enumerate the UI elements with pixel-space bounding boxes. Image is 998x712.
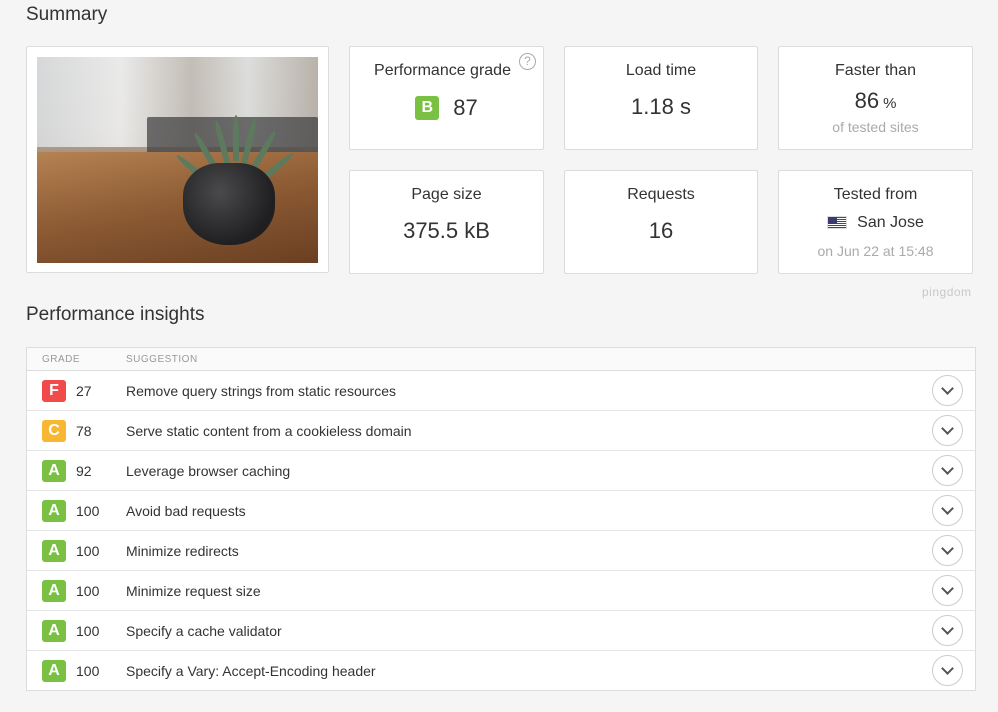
requests-card: Requests 16 — [564, 170, 758, 274]
performance-grade-value: 87 — [453, 95, 478, 121]
insight-suggestion: Minimize redirects — [126, 543, 239, 559]
insight-score: 100 — [76, 543, 100, 559]
pingdom-logo: pingdom — [922, 285, 972, 299]
insight-suggestion: Avoid bad requests — [126, 503, 246, 519]
expand-button[interactable] — [932, 655, 963, 686]
insight-row[interactable]: A 100 Minimize request size — [27, 571, 975, 611]
insight-row[interactable]: A 100 Specify a Vary: Accept-Encoding head… — [27, 651, 975, 691]
load-time-card: Load time 1.18 s — [564, 46, 758, 150]
expand-button[interactable] — [932, 535, 963, 566]
insight-row[interactable]: C 78 Serve static content from a cookieles… — [27, 411, 975, 451]
insight-score: 78 — [76, 423, 92, 439]
faster-than-label: Faster than — [835, 62, 916, 79]
chevron-down-icon — [941, 462, 954, 475]
expand-button[interactable] — [932, 455, 963, 486]
chevron-down-icon — [941, 422, 954, 435]
chevron-down-icon — [941, 582, 954, 595]
suggestion-column-header: SUGGESTION — [126, 354, 198, 365]
performance-grade-label: Performance grade — [374, 62, 511, 79]
page-size-value: 375.5 kB — [403, 218, 490, 243]
page-size-label: Page size — [411, 186, 482, 203]
grade-badge: A — [42, 580, 66, 602]
grade-badge: A — [42, 500, 66, 522]
insight-score: 100 — [76, 503, 100, 519]
grade-badge: F — [42, 380, 66, 402]
tested-from-label: Tested from — [833, 186, 918, 203]
insight-row[interactable]: A 92 Leverage browser caching — [27, 451, 975, 491]
chevron-down-icon — [941, 662, 954, 675]
insight-suggestion: Specify a Vary: Accept-Encoding header — [126, 663, 376, 679]
expand-button[interactable] — [932, 495, 963, 526]
insight-score: 92 — [76, 463, 92, 479]
us-flag-icon — [827, 216, 848, 230]
chevron-down-icon — [941, 622, 954, 635]
insight-score: 27 — [76, 383, 92, 399]
insights-title: Performance insights — [26, 304, 205, 325]
page-size-card: Page size 375.5 kB — [349, 170, 544, 274]
expand-button[interactable] — [932, 375, 963, 406]
expand-button[interactable] — [932, 415, 963, 446]
grade-badge: A — [42, 460, 66, 482]
faster-than-unit: % — [883, 95, 897, 112]
insight-row[interactable]: A 100 Minimize redirects — [27, 531, 975, 571]
insights-table: GRADE SUGGESTION F 27 Remove query strings… — [26, 347, 976, 691]
insight-score: 100 — [76, 623, 100, 639]
faster-than-card: Faster than 86% of tested sites — [778, 46, 973, 150]
insight-row[interactable]: A 100 Specify a cache validator — [27, 611, 975, 651]
insight-score: 100 — [76, 583, 100, 599]
insight-row[interactable]: F 27 Remove query strings from static reso… — [27, 371, 975, 411]
grade-badge: B — [415, 96, 440, 121]
tested-from-location-wrap: San Jose — [779, 214, 972, 232]
load-time-label: Load time — [625, 62, 697, 79]
insight-suggestion: Minimize request size — [126, 583, 261, 599]
grade-badge: C — [42, 420, 66, 442]
tested-from-location: San Jose — [857, 214, 924, 231]
faster-than-value: 86 — [854, 88, 880, 113]
grade-column-header: GRADE — [42, 354, 81, 365]
grade-badge: A — [42, 620, 66, 642]
page-screenshot-image — [37, 57, 318, 263]
tested-from-sub: on Jun 22 at 15:48 — [817, 243, 934, 259]
expand-button[interactable] — [932, 615, 963, 646]
page-screenshot-card — [26, 46, 329, 273]
help-icon[interactable]: ? — [519, 53, 536, 70]
performance-grade-card: Performance grade ? B 87 — [349, 46, 544, 150]
insights-header: GRADE SUGGESTION — [27, 348, 975, 371]
grade-badge: A — [42, 660, 66, 682]
load-time-value: 1.18 s — [631, 94, 691, 119]
insight-score: 100 — [76, 663, 100, 679]
chevron-down-icon — [941, 542, 954, 555]
insight-suggestion: Leverage browser caching — [126, 463, 291, 479]
requests-value: 16 — [648, 218, 674, 243]
faster-than-sub: of tested sites — [832, 119, 919, 135]
requests-label: Requests — [627, 186, 695, 203]
faster-than-value-wrap: 86% — [779, 88, 972, 114]
summary-title: Summary — [26, 4, 108, 25]
expand-button[interactable] — [932, 575, 963, 606]
insight-suggestion: Serve static content from a cookieless d… — [126, 423, 412, 439]
performance-grade-value-wrap: B 87 — [350, 94, 543, 121]
insight-suggestion: Specify a cache validator — [126, 623, 282, 639]
tested-from-card: Tested from San Jose on Jun 22 at 15:48 — [778, 170, 973, 274]
insight-row[interactable]: A 100 Avoid bad requests — [27, 491, 975, 531]
grade-badge: A — [42, 540, 66, 562]
chevron-down-icon — [941, 502, 954, 515]
chevron-down-icon — [941, 382, 954, 395]
insight-suggestion: Remove query strings from static resourc… — [126, 383, 396, 399]
